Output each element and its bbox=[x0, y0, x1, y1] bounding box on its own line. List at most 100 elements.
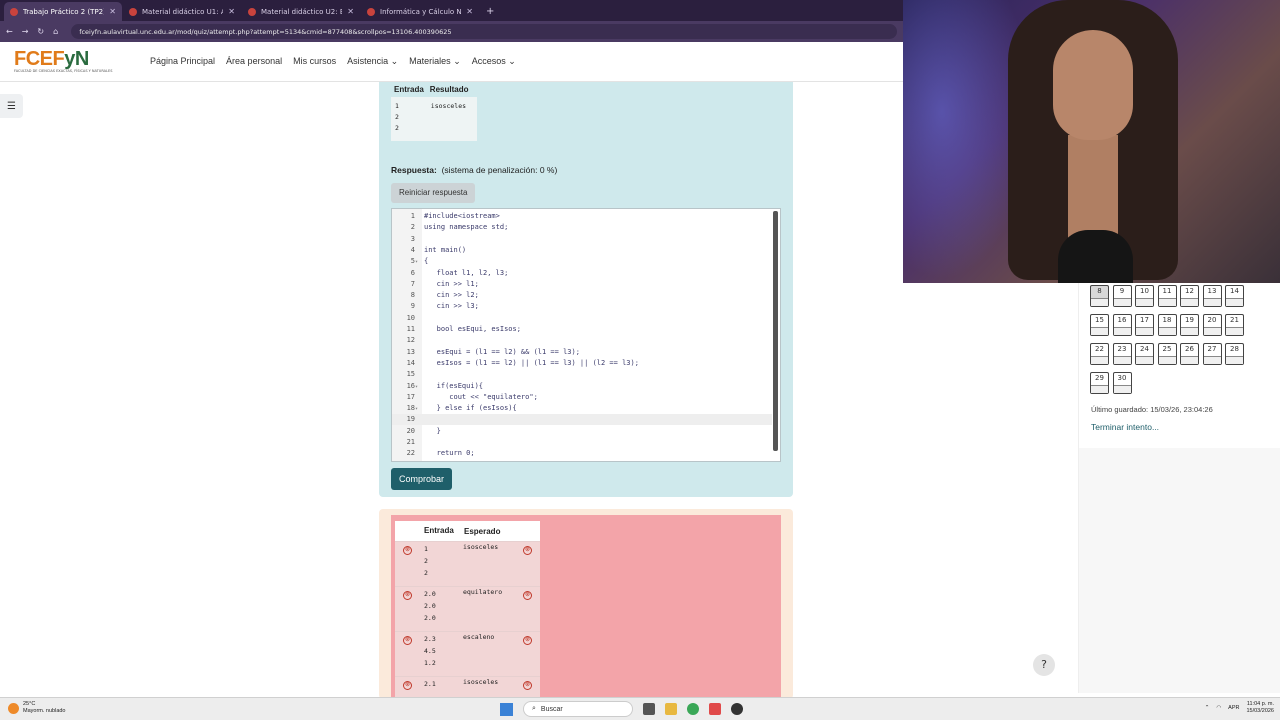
question-nav-button[interactable]: 27 bbox=[1202, 343, 1222, 365]
question-nav-button[interactable]: 25 bbox=[1157, 343, 1177, 365]
code-text: } else if (esIsos){ bbox=[424, 404, 517, 413]
question-nav-button[interactable]: 11 bbox=[1157, 285, 1177, 307]
fail-icon: ⊗ bbox=[403, 546, 412, 555]
question-nav-button[interactable]: 30 bbox=[1112, 372, 1132, 394]
results-header-expected: Esperado bbox=[460, 526, 515, 536]
result-row: ⊗ 2.0 2.0 2.0 equilatero ⊗ bbox=[395, 586, 540, 631]
nav-home[interactable]: Página Principal bbox=[150, 56, 215, 67]
new-tab-button[interactable]: + bbox=[486, 6, 494, 17]
question-nav-button[interactable]: 9 bbox=[1112, 285, 1132, 307]
question-nav-button[interactable]: 8 bbox=[1090, 285, 1109, 307]
example-result: isosceles bbox=[426, 97, 477, 141]
question-nav-button[interactable]: 26 bbox=[1180, 343, 1199, 365]
question-nav-button[interactable]: 13 bbox=[1202, 285, 1222, 307]
task-view-icon[interactable] bbox=[643, 703, 655, 715]
code-editor[interactable]: 1 #include<iostream> 2 using namespace std;… bbox=[391, 208, 781, 462]
question-nav-button[interactable]: 20 bbox=[1202, 314, 1222, 336]
line-number: 5 bbox=[410, 257, 415, 266]
tab-close-icon[interactable]: ✕ bbox=[347, 7, 354, 16]
site-logo[interactable]: FCEFyN FACULTAD DE CIENCIAS EXACTAS, FÍS… bbox=[14, 48, 126, 78]
line-number: 4 bbox=[410, 245, 415, 254]
windows-start-icon[interactable] bbox=[500, 702, 513, 716]
help-icon[interactable]: ? bbox=[1033, 654, 1055, 676]
line-number: 16 bbox=[406, 381, 415, 390]
tab-title: Material didáctico U1: Almacen bbox=[142, 7, 224, 16]
tray-chevron-icon[interactable]: ⌃ bbox=[1205, 705, 1210, 711]
weather-widget[interactable]: 25°C Mayorm. nublado bbox=[8, 701, 66, 715]
browser-tab[interactable]: Material didáctico U2: Estructu ✕ bbox=[242, 2, 360, 21]
fail-icon: ⊗ bbox=[523, 546, 532, 555]
question-nav-button[interactable]: 17 bbox=[1135, 314, 1154, 336]
line-number: 11 bbox=[406, 325, 415, 333]
wifi-icon[interactable]: ◠ bbox=[1216, 705, 1221, 711]
clock[interactable]: 11:04 p. m. 15/03/2026 bbox=[1246, 701, 1274, 715]
tab-favicon-icon bbox=[129, 7, 137, 16]
result-input-line: 2 bbox=[424, 557, 428, 565]
result-status-cell: ⊗ bbox=[395, 542, 420, 586]
code-text: return 0; bbox=[424, 449, 475, 458]
course-index-toggle-icon[interactable]: ☰ bbox=[0, 94, 23, 118]
tab-close-icon[interactable]: ✕ bbox=[109, 7, 116, 16]
weather-icon bbox=[8, 702, 19, 714]
question-nav-button[interactable]: 28 bbox=[1225, 343, 1244, 365]
finish-attempt-link[interactable]: Terminar intento... bbox=[1091, 422, 1159, 432]
taskbar-apps: ⌕ Buscar bbox=[500, 701, 743, 717]
forward-icon[interactable]: → bbox=[22, 27, 29, 36]
question-nav-button[interactable]: 23 bbox=[1112, 343, 1132, 365]
webcam-person bbox=[998, 0, 1188, 283]
question-nav-button[interactable]: 24 bbox=[1135, 343, 1154, 365]
question-nav-button[interactable]: 16 bbox=[1112, 314, 1132, 336]
line-number: 14 bbox=[406, 358, 415, 367]
home-icon[interactable]: ⌂ bbox=[53, 27, 58, 36]
reset-answer-button[interactable]: Reiniciar respuesta bbox=[391, 183, 476, 203]
result-expected: isosceles bbox=[460, 542, 515, 586]
reload-icon[interactable]: ↻ bbox=[37, 27, 44, 36]
logo-text-a: FCEF bbox=[14, 48, 65, 70]
logo-text-b: yN bbox=[64, 48, 89, 70]
url-field[interactable]: fceiyfn.aulavirtual.unc.edu.ar/mod/quiz/… bbox=[71, 24, 897, 39]
question-nav-button[interactable]: 12 bbox=[1180, 285, 1199, 307]
obs-icon[interactable] bbox=[731, 703, 743, 715]
line-number: 6 bbox=[410, 268, 415, 277]
tab-close-icon[interactable]: ✕ bbox=[466, 7, 473, 16]
system-tray: ⌃ ◠ APR 11:04 p. m. 15/03/2026 bbox=[1205, 701, 1274, 715]
question-nav-button[interactable]: 29 bbox=[1090, 372, 1109, 394]
result-mark-cell: ⊗ bbox=[515, 542, 540, 586]
nav-dashboard[interactable]: Área personal bbox=[226, 56, 282, 67]
code-line: 13 esEqui = (l1 == l2) && (l1 == l3); bbox=[392, 347, 772, 358]
line-number: 9 bbox=[410, 302, 415, 311]
nav-attendance[interactable]: Asistencia ⌄ bbox=[347, 56, 398, 67]
tab-favicon-icon bbox=[248, 7, 256, 16]
code-line: 18▾ } else if (esIsos){ bbox=[392, 403, 772, 414]
question-panel: Entrada Resultado 122 isosceles Respuest… bbox=[379, 82, 793, 497]
question-nav-button[interactable]: 18 bbox=[1157, 314, 1177, 336]
browser-tab[interactable]: Informática y Cálculo Numéric ✕ bbox=[361, 2, 479, 21]
taskbar-search[interactable]: ⌕ Buscar bbox=[523, 701, 633, 717]
app-icon[interactable] bbox=[709, 703, 721, 715]
lang-indicator[interactable]: APR bbox=[1228, 705, 1239, 711]
chrome-icon[interactable] bbox=[687, 703, 699, 715]
browser-tab[interactable]: Material didáctico U1: Almacen ✕ bbox=[123, 2, 241, 21]
question-nav-button[interactable]: 19 bbox=[1180, 314, 1199, 336]
results-header-input: Entrada bbox=[420, 525, 460, 537]
check-button[interactable]: Comprobar bbox=[391, 468, 453, 490]
question-nav-button[interactable]: 14 bbox=[1225, 285, 1244, 307]
last-saved-text: Último guardado: 15/03/26, 23:04:26 bbox=[1091, 405, 1213, 414]
tab-close-icon[interactable]: ✕ bbox=[228, 7, 235, 16]
question-nav-button[interactable]: 22 bbox=[1090, 343, 1109, 365]
code-line: 11 bool esEqui, esIsos; bbox=[392, 324, 772, 335]
file-explorer-icon[interactable] bbox=[665, 703, 677, 715]
nav-my-courses[interactable]: Mis cursos bbox=[293, 56, 336, 67]
question-nav-button[interactable]: 21 bbox=[1225, 314, 1244, 336]
back-icon[interactable]: ← bbox=[6, 27, 13, 36]
editor-scrollbar[interactable] bbox=[773, 211, 778, 451]
browser-tab[interactable]: Trabajo Práctico 2 (TP2) | NVA ✕ bbox=[4, 2, 122, 21]
nav-materials[interactable]: Materiales ⌄ bbox=[409, 56, 461, 67]
line-number: 1 bbox=[410, 212, 415, 220]
result-input-line: 1.2 bbox=[424, 659, 436, 667]
nav-access[interactable]: Accesos ⌄ bbox=[472, 56, 516, 67]
question-nav-button[interactable]: 15 bbox=[1090, 314, 1109, 336]
code-line: 19 bbox=[392, 414, 772, 426]
clock-date: 15/03/2026 bbox=[1246, 708, 1274, 714]
question-nav-button[interactable]: 10 bbox=[1135, 285, 1154, 307]
